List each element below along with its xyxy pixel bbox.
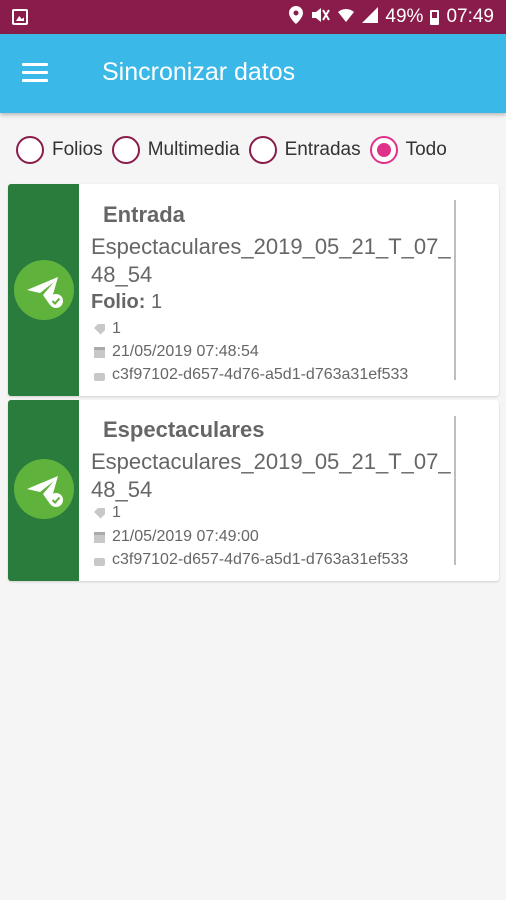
card-divider	[454, 416, 456, 565]
signal-icon	[362, 7, 379, 27]
radio-circle[interactable]	[248, 136, 277, 164]
status-bar-right: 49% 07:49	[289, 0, 494, 34]
mute-icon	[310, 7, 331, 27]
sent-check-icon	[14, 459, 74, 519]
radio-circle[interactable]	[16, 136, 44, 164]
battery-icon	[430, 9, 440, 25]
card-tag: 1	[112, 504, 121, 521]
tag-icon	[94, 323, 105, 335]
calendar-icon	[94, 531, 105, 543]
wifi-icon	[337, 7, 355, 27]
filter-radio-group: Folios Multimedia Entradas Todo	[16, 135, 456, 165]
radio-circle[interactable]	[111, 136, 140, 164]
card-name: Espectaculares_2019_05_21_T_07_48_54	[91, 234, 451, 287]
app-bar: Sincronizar datos	[0, 34, 506, 113]
lock-icon	[94, 557, 105, 566]
radio-label: Folios	[52, 139, 103, 160]
radio-circle[interactable]	[369, 136, 398, 164]
image-icon	[12, 9, 28, 25]
card-uuid-row: c3f97102-d657-4d76-a5d1-d763a31ef533	[94, 366, 408, 384]
sync-item-card[interactable]: Espectaculares Espectaculares_2019_05_21…	[8, 400, 499, 581]
radio-label: Entradas	[284, 139, 361, 160]
card-name: Espectaculares_2019_05_21_T_07_48_54	[91, 449, 451, 502]
radio-label: Todo	[405, 139, 447, 160]
folio-value: 1	[151, 291, 163, 313]
card-folio: Folio: 1	[91, 291, 162, 314]
card-tag: 1	[112, 320, 121, 337]
card-divider	[454, 200, 456, 380]
card-tag-row: 1	[94, 320, 121, 338]
card-uuid: c3f97102-d657-4d76-a5d1-d763a31ef533	[112, 366, 409, 383]
sync-item-card[interactable]: Entrada Espectaculares_2019_05_21_T_07_4…	[8, 184, 499, 396]
tag-icon	[94, 507, 105, 519]
battery-percent: 49%	[385, 6, 424, 27]
sent-check-icon	[14, 260, 74, 320]
card-title: Entrada	[103, 202, 185, 227]
folio-label: Folio:	[91, 291, 146, 313]
page-title: Sincronizar datos	[102, 58, 296, 86]
card-date-row: 21/05/2019 07:48:54	[94, 343, 259, 361]
card-date-row: 21/05/2019 07:49:00	[94, 528, 259, 546]
status-bar: 49% 07:49	[0, 0, 506, 34]
location-icon	[289, 6, 304, 28]
card-title: Espectaculares	[103, 417, 265, 442]
radio-label: Multimedia	[147, 139, 240, 160]
lock-icon	[94, 372, 105, 381]
radio-folios[interactable]: Folios	[16, 136, 103, 164]
radio-entradas[interactable]: Entradas	[248, 136, 361, 164]
card-date: 21/05/2019 07:48:54	[112, 343, 259, 360]
calendar-icon	[94, 346, 105, 358]
radio-todo[interactable]: Todo	[369, 136, 447, 164]
card-date: 21/05/2019 07:49:00	[112, 528, 259, 545]
card-tag-row: 1	[94, 504, 121, 522]
clock: 07:49	[446, 6, 494, 27]
menu-icon[interactable]	[22, 63, 48, 83]
radio-multimedia[interactable]: Multimedia	[111, 136, 240, 164]
card-uuid: c3f97102-d657-4d76-a5d1-d763a31ef533	[112, 551, 409, 568]
card-uuid-row: c3f97102-d657-4d76-a5d1-d763a31ef533	[94, 551, 408, 569]
